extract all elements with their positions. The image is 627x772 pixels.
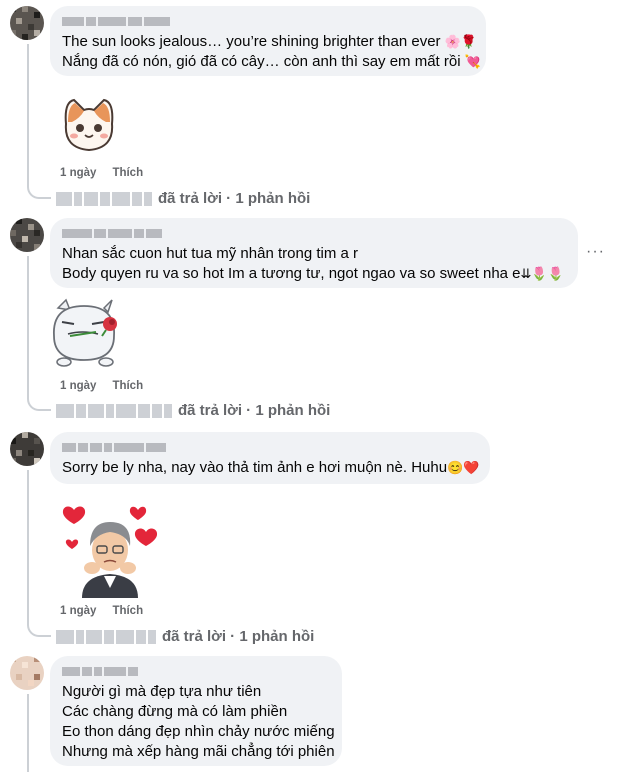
like-button[interactable]: Thích <box>112 380 143 392</box>
comment-bubble: Người gì mà đẹp tựa như tiên Các chàng đ… <box>50 656 342 766</box>
avatar[interactable] <box>10 6 44 40</box>
comment-line: Body quyen ru va so hot Im a tương tư, n… <box>62 265 564 282</box>
thread-connector <box>27 183 51 199</box>
thread-line <box>27 44 29 184</box>
comment-line: The sun looks jealous… you’re shining br… <box>62 33 478 50</box>
avatar[interactable] <box>10 218 44 252</box>
reply-summary: đã trả lời · 1 phản hồi <box>162 628 315 645</box>
reply-summary: đã trả lời · 1 phản hồi <box>158 190 311 207</box>
comment-line: Nhưng mà xếp hàng mãi chẳng tới phiên <box>62 743 335 760</box>
reply-summary: đã trả lời · 1 phản hồi <box>178 402 331 419</box>
avatar[interactable] <box>10 432 44 466</box>
comment-meta: 1 ngày Thích <box>60 605 143 617</box>
comment-line: Nhan sắc cuon hut tua mỹ nhân trong tim … <box>62 245 358 262</box>
comment-meta: 1 ngày Thích <box>60 380 143 392</box>
replier-avatars-blurred <box>56 629 156 644</box>
thread-line <box>27 694 29 772</box>
replier-avatars-blurred <box>56 191 152 206</box>
view-replies-link[interactable]: đã trả lời · 1 phản hồi <box>56 190 310 207</box>
cat-sticker[interactable] <box>58 96 120 154</box>
like-button[interactable]: Thích <box>112 605 143 617</box>
author-name-blurred[interactable] <box>62 226 566 240</box>
author-name-blurred[interactable] <box>62 14 474 28</box>
replier-avatars-blurred <box>56 403 172 418</box>
view-replies-link[interactable]: đã trả lời · 1 phản hồi <box>56 628 314 645</box>
comment-line: Người gì mà đẹp tựa như tiên <box>62 683 262 700</box>
comment-meta: 1 ngày Thích <box>60 167 143 179</box>
comment-line: Nắng đã có nón, gió đã có cây… còn anh t… <box>62 53 481 70</box>
thread-connector <box>27 395 51 411</box>
comment-bubble: The sun looks jealous… you’re shining br… <box>50 6 486 76</box>
time-link[interactable]: 1 ngày <box>60 380 96 392</box>
comment-bubble: Sorry be ly nha, nay vào thả tim ảnh e h… <box>50 432 490 484</box>
comment-line: Các chàng đừng mà có làm phiền <box>62 703 288 720</box>
view-replies-link[interactable]: đã trả lời · 1 phản hồi <box>56 402 330 419</box>
comment-line: Sorry be ly nha, nay vào thả tim ảnh e h… <box>62 459 480 476</box>
hearts-man-sticker[interactable] <box>60 502 160 602</box>
avatar[interactable] <box>10 656 44 690</box>
author-name-blurred[interactable] <box>62 440 478 454</box>
author-name-blurred[interactable] <box>62 664 330 678</box>
comment-bubble: Nhan sắc cuon hut tua mỹ nhân trong tim … <box>50 218 578 288</box>
thread-line <box>27 470 29 622</box>
thread-line <box>27 256 29 396</box>
rose-blob-sticker[interactable] <box>48 296 132 370</box>
thread-connector <box>27 621 51 637</box>
comment-line: Eo thon dáng đẹp nhìn chảy nước miếng <box>62 723 335 740</box>
time-link[interactable]: 1 ngày <box>60 605 96 617</box>
time-link[interactable]: 1 ngày <box>60 167 96 179</box>
like-button[interactable]: Thích <box>112 167 143 179</box>
more-options-button[interactable]: ··· <box>586 243 605 261</box>
